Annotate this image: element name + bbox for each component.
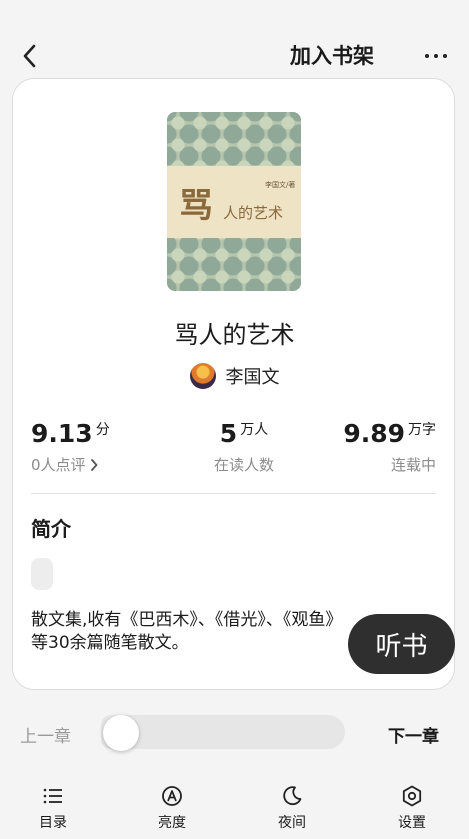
cover-title: 人的艺术 [223,204,284,222]
top-bar: 加入书架 [0,0,469,90]
book-detail-card: 骂 人的艺术 李国文/著 骂人的艺术 李国文 9.13 分 0人点评 5 万人 在读… [12,78,455,690]
divider [31,493,436,494]
readers-value: 5 [219,419,238,448]
back-button[interactable] [16,40,44,72]
more-dot-icon [443,54,447,58]
slider-knob[interactable] [103,715,139,751]
serial-status: 连载中 [390,456,436,474]
toolbar-label: 夜间 [278,815,306,831]
cover-big-char: 骂 [179,186,213,226]
back-arrow-icon [23,44,36,68]
moon-icon [283,786,302,806]
intro-heading: 简介 [31,517,71,541]
listen-button[interactable]: 听书 [348,614,455,674]
toolbar-item-brightness[interactable]: 亮度 [132,784,212,832]
bottom-toolbar: 目录 亮度 夜间 设置 [0,770,469,839]
score-stat[interactable]: 9.13 分 0人点评 [31,419,110,475]
words-value: 9.89 [343,419,405,448]
intro-tag-placeholder [31,558,53,590]
readers-stat: 5 万人 在读人数 [199,419,289,475]
toolbar-item-settings[interactable]: 设置 [372,784,452,832]
toolbar-label: 设置 [398,815,426,831]
book-cover[interactable]: 骂 人的艺术 李国文/著 [167,112,301,291]
chapter-progress-slider[interactable] [101,715,345,751]
settings-icon [402,785,422,807]
more-dot-icon [425,54,429,58]
prev-chapter-button[interactable]: 上一章 [20,722,71,747]
toolbar-item-night-mode[interactable]: 夜间 [252,784,332,832]
toolbar-label: 目录 [39,815,67,831]
book-stats: 9.13 分 0人点评 5 万人 在读人数 9.89 万字 连载中 [31,419,436,479]
score-value: 9.13 [31,419,93,448]
brightness-icon [162,786,182,806]
add-to-shelf-button[interactable]: 加入书架 [290,40,374,72]
toolbar-item-contents[interactable]: 目录 [13,784,93,832]
book-title: 骂人的艺术 [174,321,295,349]
chevron-right-icon [90,458,97,471]
cover-author: 李国文/著 [265,181,296,189]
words-unit: 万字 [408,422,436,438]
list-icon [43,788,62,804]
more-options-button[interactable] [418,40,454,72]
chapter-navigation: 上一章 下一章 [0,690,469,770]
words-stat: 9.89 万字 连载中 [343,419,436,475]
more-dot-icon [434,54,438,58]
author-name: 李国文 [225,367,280,388]
readers-label: 在读人数 [213,456,274,474]
next-chapter-button[interactable]: 下一章 [388,722,439,747]
author-row[interactable]: 李国文 [13,363,454,389]
author-avatar [189,363,216,389]
rating-count: 0人点评 [31,456,86,474]
score-unit: 分 [95,422,110,438]
toolbar-label: 亮度 [158,815,186,831]
readers-unit: 万人 [240,422,269,438]
